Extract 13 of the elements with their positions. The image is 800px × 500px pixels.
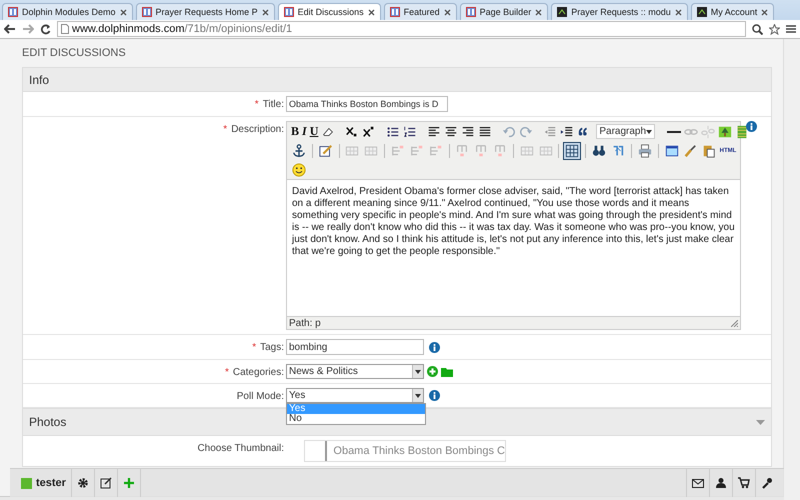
field-label: Description: bbox=[231, 124, 284, 135]
field-label: Choose Thumbnail: bbox=[197, 443, 284, 456]
field-label: Tags: bbox=[260, 342, 284, 353]
field-label: Categories: bbox=[232, 367, 284, 378]
editor-path: Path: p bbox=[289, 318, 321, 328]
field-label: Title: bbox=[262, 99, 284, 110]
required-mark: * bbox=[223, 124, 228, 135]
required-mark: * bbox=[224, 367, 229, 378]
page-title: EDIT DISCUSSIONS bbox=[22, 47, 126, 59]
required-mark: * bbox=[254, 99, 259, 110]
required-mark: * bbox=[252, 342, 256, 353]
url-text: www.dolphinmods.com/71b/m/opinions/edit/1 bbox=[72, 23, 292, 35]
field-label: Poll Mode: bbox=[236, 391, 284, 402]
